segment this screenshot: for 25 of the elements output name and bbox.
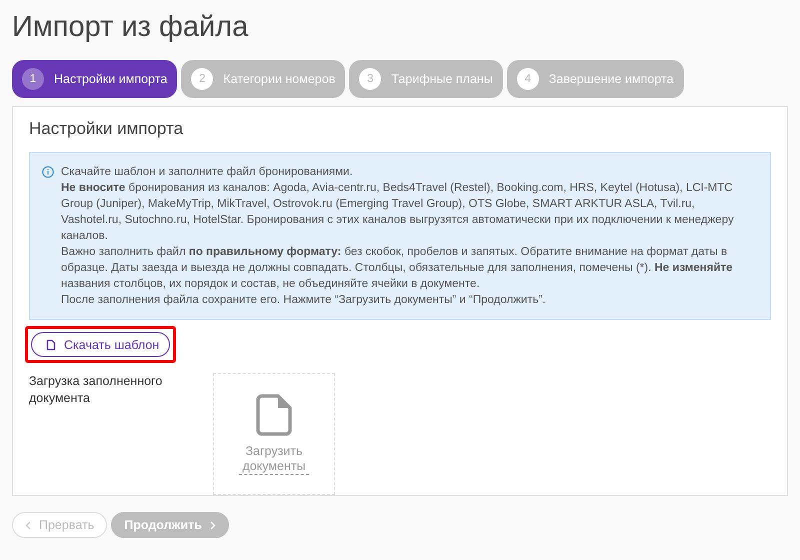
info-text: Не вносите бронирования из каналов: Agoda, Avia-centr.ru, Beds4Travel (Restel), Booking.com, HRS, Keytel (Hotusa), LCI-MTC Group (Juniper), MakeMyTrip, MikTravel, Ostrovok.ru (Emerging Travel Group), OTS Globe, SMART ARKTUR ASLA, Tvil.ru, Vashotel.ru, Sutochno.ru, HotelStar. Бронирования с этих каналов выгрузятся автоматически при их подключении к менеджеру каналов. [61, 181, 735, 244]
abort-button[interactable]: Прервать [12, 512, 108, 538]
upload-documents-link[interactable]: Загрузить документы [239, 444, 309, 474]
upload-label: Загрузка заполненного документа [29, 373, 164, 407]
step-tab[interactable]: 3 Тарифные планы [349, 60, 503, 98]
step-number: 1 [22, 68, 44, 90]
document-icon [46, 338, 56, 350]
info-text: Важно заполнить файл по правильному формату: без скобок, пробелов и запятых. Обратите внимание на формат даты в образце. Даты заезда и выезда не должны совпадать. Столбцы, обязательные для заполнения, помечены (*). Не изменяйте названия столбцов, их порядок и состав, не объединяйте ячейки в документе. [61, 245, 734, 292]
info-icon [42, 166, 54, 178]
download-template-button[interactable]: Скачать шаблон [31, 332, 170, 357]
step-tab[interactable]: 2 Категории номеров [181, 60, 346, 98]
info-text: После заполнения файла сохраните его. Нажмите “Загрузить документы” и “Продолжить”. [61, 293, 547, 308]
chevron-left-icon [25, 520, 31, 530]
step-tab[interactable]: 4 Завершение импорта [506, 60, 684, 98]
upload-dropzone[interactable]: Загрузить документы [213, 373, 335, 495]
info-text: Скачайте шаблон и заполните файл бронированиями. [61, 165, 354, 180]
step-number: 3 [359, 68, 382, 90]
panel-title: Настройки импорта [29, 119, 184, 139]
page-title: Импорт из файла [12, 10, 248, 45]
continue-button[interactable]: Продолжить [111, 512, 229, 538]
step-tab[interactable]: 1 Настройки импорта [12, 60, 178, 98]
step-number: 4 [516, 68, 539, 90]
chevron-right-icon [210, 520, 216, 530]
step-number: 2 [191, 68, 214, 90]
document-icon [256, 394, 292, 436]
